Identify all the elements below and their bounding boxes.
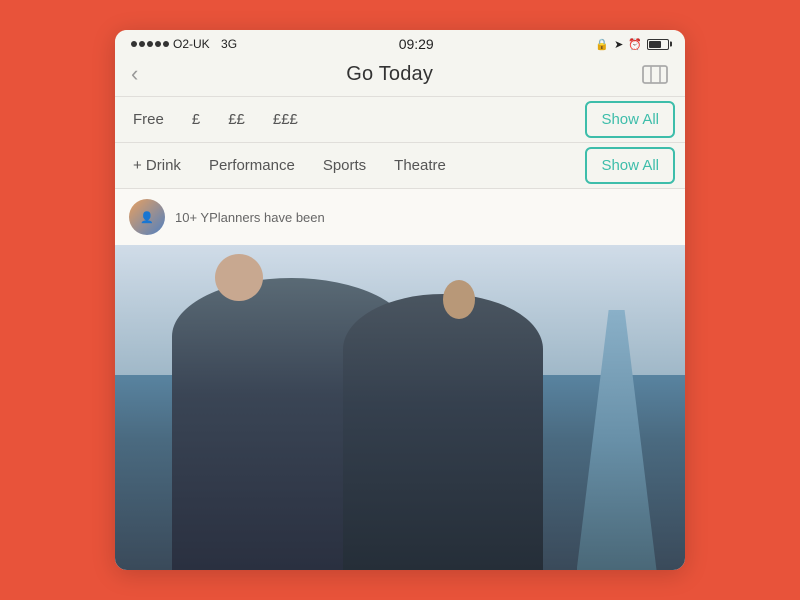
yplanners-text: 10+ YPlanners have been: [175, 210, 325, 225]
lock-icon: 🔒: [595, 38, 609, 51]
category-filter-row: + Drink Performance Sports Theatre Show …: [115, 143, 685, 188]
signal-dot-3: [147, 41, 153, 47]
back-button[interactable]: ‹: [131, 63, 138, 85]
nav-bar: ‹ Go Today: [115, 56, 685, 96]
signal-dot-4: [155, 41, 161, 47]
avatar-label: 👤: [140, 211, 154, 224]
time-display: 09:29: [399, 36, 434, 52]
signal-dots: [131, 41, 169, 47]
price-show-all-button[interactable]: Show All: [585, 101, 675, 138]
status-bar: O2-UK 3G 09:29 🔒 ➤ ⏰: [115, 30, 685, 56]
person-right-silhouette: [343, 294, 543, 570]
hero-people: [115, 245, 685, 570]
signal-dot-1: [131, 41, 137, 47]
yplanners-bar: 👤 10+ YPlanners have been: [115, 189, 685, 245]
content-area: 👤 10+ YPlanners have been: [115, 189, 685, 570]
alarm-icon: ⏰: [628, 38, 642, 51]
carrier-label: O2-UK: [173, 37, 210, 51]
shard-building: [577, 310, 657, 570]
avatar: 👤: [129, 199, 165, 235]
filter-three-pound[interactable]: £££: [259, 97, 312, 142]
signal-dot-2: [139, 41, 145, 47]
hero-image: [115, 245, 685, 570]
filter-theatre[interactable]: Theatre: [380, 143, 460, 188]
map-icon[interactable]: [641, 62, 669, 86]
price-filter-row: Free £ ££ £££ Show All: [115, 97, 685, 142]
filter-performance[interactable]: Performance: [195, 143, 309, 188]
filter-free[interactable]: Free: [125, 97, 178, 142]
category-show-all-button[interactable]: Show All: [585, 147, 675, 184]
page-title: Go Today: [346, 63, 433, 86]
head-left: [215, 254, 263, 301]
battery-fill: [649, 41, 661, 48]
filter-two-pound[interactable]: ££: [214, 97, 259, 142]
filter-drink[interactable]: + Drink: [125, 143, 195, 188]
filter-one-pound[interactable]: £: [178, 97, 214, 142]
avatar-group: 👤: [129, 199, 165, 235]
head-right: [443, 280, 475, 319]
status-left: O2-UK 3G: [131, 37, 237, 51]
phone-frame: O2-UK 3G 09:29 🔒 ➤ ⏰ ‹ Go Today Free £ £…: [115, 30, 685, 570]
battery-indicator: [647, 39, 669, 50]
network-label: 3G: [221, 37, 237, 51]
location-icon: ➤: [614, 38, 623, 51]
filter-sports[interactable]: Sports: [309, 143, 380, 188]
status-right: 🔒 ➤ ⏰: [595, 38, 669, 51]
signal-dot-5: [163, 41, 169, 47]
